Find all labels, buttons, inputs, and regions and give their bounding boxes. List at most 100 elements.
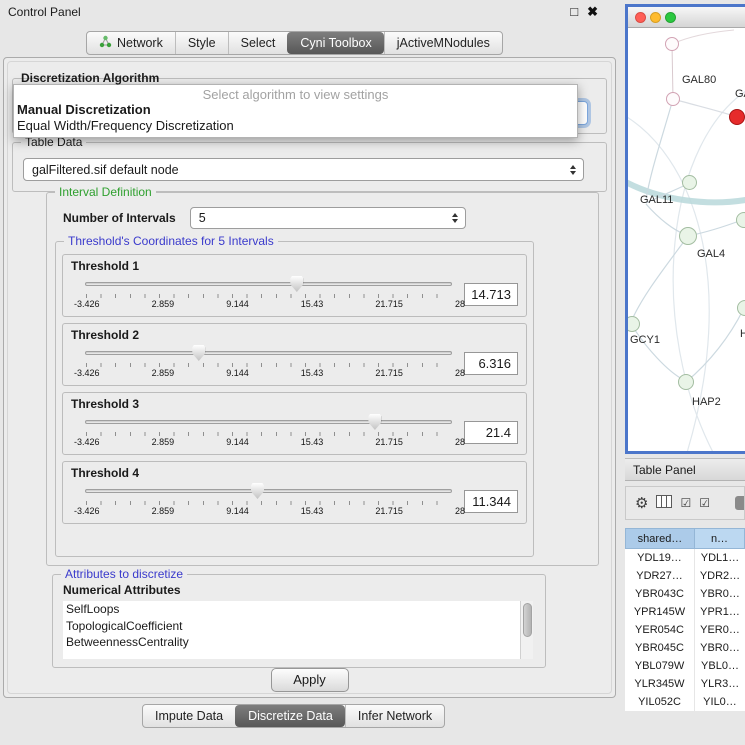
- slider-scale-labels: -3.426 2.859 9.144 15.43 21.715 28: [74, 368, 465, 378]
- list-item[interactable]: TopologicalCoefficient: [63, 618, 533, 635]
- network-window-titlebar: [628, 7, 745, 28]
- tab-jactivemnodules[interactable]: jActiveMNodules: [384, 32, 502, 54]
- slider-thumb[interactable]: [290, 276, 303, 292]
- table-row[interactable]: YER054C YER0…: [625, 621, 745, 639]
- dropdown-option-equal-width[interactable]: Equal Width/Frequency Discretization: [14, 118, 577, 134]
- numerical-attributes-label: Numerical Attributes: [63, 583, 181, 597]
- dropdown-option-manual-discretization[interactable]: Manual Discretization: [14, 102, 577, 118]
- threshold-4-box: Threshold 4 -3.426 2.859 9.144 15.43: [62, 461, 527, 524]
- number-of-intervals-label: Number of Intervals: [63, 211, 176, 225]
- table-row[interactable]: YBL079W YBL0…: [625, 657, 745, 675]
- thresholds-legend: Threshold's Coordinates for 5 Intervals: [64, 234, 278, 248]
- tab-label: Network: [117, 36, 163, 50]
- threshold-2-box: Threshold 2 -3.426 2.859 9.144 15.43: [62, 323, 527, 386]
- slider-thumb[interactable]: [251, 483, 264, 499]
- threshold-3-label: Threshold 3: [71, 397, 518, 411]
- slider-scale-labels: -3.426 2.859 9.144 15.43 21.715 28: [74, 299, 465, 309]
- table-row[interactable]: YIL052C YIL0…: [625, 693, 745, 711]
- cyni-toolbox-panel: Discretization Algorithm Select algorith…: [3, 57, 616, 698]
- threshold-2-label: Threshold 2: [71, 328, 518, 342]
- node-label-gal80: GAL80: [682, 74, 716, 86]
- node-attribute-table: shared… n… YDL19… YDL1… YDR27… YDR2… YBR…: [625, 528, 745, 711]
- threshold-3-slider[interactable]: -3.426 2.859 9.144 15.43 21.715 28: [85, 412, 452, 452]
- threshold-4-value-field[interactable]: 11.344: [464, 490, 518, 513]
- node-label-hap2: HAP2: [692, 396, 721, 408]
- traffic-light-zoom-icon[interactable]: [665, 12, 676, 23]
- list-scrollbar[interactable]: [520, 601, 533, 659]
- slider-thumb[interactable]: [368, 414, 381, 430]
- slider-ticks: [86, 501, 451, 505]
- threshold-2-slider[interactable]: -3.426 2.859 9.144 15.43 21.715 28: [85, 343, 452, 383]
- traffic-light-minimize-icon[interactable]: [650, 12, 661, 23]
- threshold-2-value-field[interactable]: 6.316: [464, 352, 518, 375]
- apply-button[interactable]: Apply: [271, 668, 349, 692]
- table-row[interactable]: YLR345W YLR3…: [625, 675, 745, 693]
- network-node[interactable]: [665, 37, 679, 51]
- slider-scale-labels: -3.426 2.859 9.144 15.43 21.715 28: [74, 437, 465, 447]
- dropdown-placeholder: Select algorithm to view settings: [14, 85, 577, 102]
- toolbar-icon-clipped[interactable]: [735, 496, 745, 510]
- slider-thumb[interactable]: [192, 345, 205, 361]
- tab-select[interactable]: Select: [228, 32, 288, 54]
- network-node[interactable]: [736, 212, 745, 228]
- network-node[interactable]: [678, 374, 694, 390]
- list-item[interactable]: BetweennessCentrality: [63, 634, 533, 651]
- node-label-gal4: GAL4: [697, 248, 725, 260]
- table-data-combobox[interactable]: galFiltered.sif default node: [23, 158, 584, 181]
- threshold-1-slider[interactable]: -3.426 2.859 9.144 15.43 21.715 28: [85, 274, 452, 314]
- gear-icon[interactable]: ⚙: [635, 496, 648, 511]
- table-row[interactable]: YPR145W YPR1…: [625, 603, 745, 621]
- network-node[interactable]: [666, 92, 680, 106]
- discretization-algorithm-label: Discretization Algorithm: [21, 71, 159, 85]
- float-window-icon[interactable]: □: [570, 4, 578, 20]
- table-row[interactable]: YBR045C YBR0…: [625, 639, 745, 657]
- number-of-intervals-combobox[interactable]: 5: [190, 207, 466, 229]
- network-node-selected[interactable]: [729, 109, 745, 125]
- slider-track[interactable]: [85, 420, 452, 424]
- attributes-legend: Attributes to discretize: [61, 567, 187, 581]
- attributes-group: Attributes to discretize Numerical Attri…: [52, 574, 546, 668]
- network-icon: [99, 35, 112, 51]
- bottom-tab-impute-data[interactable]: Impute Data: [143, 705, 235, 727]
- slider-track[interactable]: [85, 282, 452, 286]
- threshold-1-box: Threshold 1 -3.426 2.859 9.144 15.43: [62, 254, 527, 317]
- bottom-tab-bar: Impute Data Discretize Data Infer Networ…: [142, 704, 445, 728]
- combo-arrows-icon[interactable]: [570, 165, 576, 175]
- slider-track[interactable]: [85, 351, 452, 355]
- tab-style[interactable]: Style: [175, 32, 228, 54]
- combo-arrows-icon[interactable]: [452, 213, 458, 223]
- table-row[interactable]: YDL19… YDL1…: [625, 549, 745, 567]
- table-header-name[interactable]: n…: [695, 528, 745, 549]
- table-panel-header: Table Panel: [625, 458, 745, 481]
- table-row[interactable]: YDR27… YDR2…: [625, 567, 745, 585]
- tab-cyni-toolbox[interactable]: Cyni Toolbox: [287, 32, 383, 54]
- table-panel-toolbar: ⚙ ☑ ☑: [625, 486, 745, 520]
- bottom-tab-infer-network[interactable]: Infer Network: [345, 705, 444, 727]
- network-canvas[interactable]: GAL80 GA GAL11 GAL4 GCY1 HAP2 H: [628, 28, 745, 451]
- node-label-ga: GA: [735, 88, 745, 100]
- scrollbar-thumb[interactable]: [523, 603, 532, 637]
- bottom-tab-discretize-data[interactable]: Discretize Data: [235, 705, 345, 727]
- control-panel-titlebar: Control Panel □ ✖: [0, 0, 620, 24]
- slider-track[interactable]: [85, 489, 452, 493]
- threshold-4-slider[interactable]: -3.426 2.859 9.144 15.43 21.715 28: [85, 481, 452, 521]
- thresholds-group: Threshold's Coordinates for 5 Intervals …: [55, 241, 534, 557]
- network-node[interactable]: [682, 175, 697, 190]
- checkbox-icon[interactable]: ☑: [699, 497, 710, 509]
- traffic-light-close-icon[interactable]: [635, 12, 646, 23]
- threshold-3-value-field[interactable]: 21.4: [464, 421, 518, 444]
- network-node[interactable]: [679, 227, 697, 245]
- numerical-attributes-list[interactable]: SelfLoops TopologicalCoefficient Between…: [63, 601, 533, 659]
- checkbox-icon[interactable]: ☑: [680, 497, 691, 509]
- close-icon[interactable]: ✖: [587, 4, 598, 20]
- node-label-gcy1: GCY1: [630, 334, 660, 346]
- algorithm-dropdown-overlay: Select algorithm to view settings Manual…: [13, 84, 578, 138]
- tab-network[interactable]: Network: [87, 32, 175, 54]
- table-header-shared[interactable]: shared…: [625, 528, 695, 549]
- interval-definition-group: Interval Definition Number of Intervals …: [46, 192, 599, 566]
- columns-icon[interactable]: [656, 495, 672, 511]
- table-row[interactable]: YBR043C YBR0…: [625, 585, 745, 603]
- table-panel-title: Table Panel: [633, 463, 696, 477]
- threshold-1-value-field[interactable]: 14.713: [464, 283, 518, 306]
- list-item[interactable]: SelfLoops: [63, 601, 533, 618]
